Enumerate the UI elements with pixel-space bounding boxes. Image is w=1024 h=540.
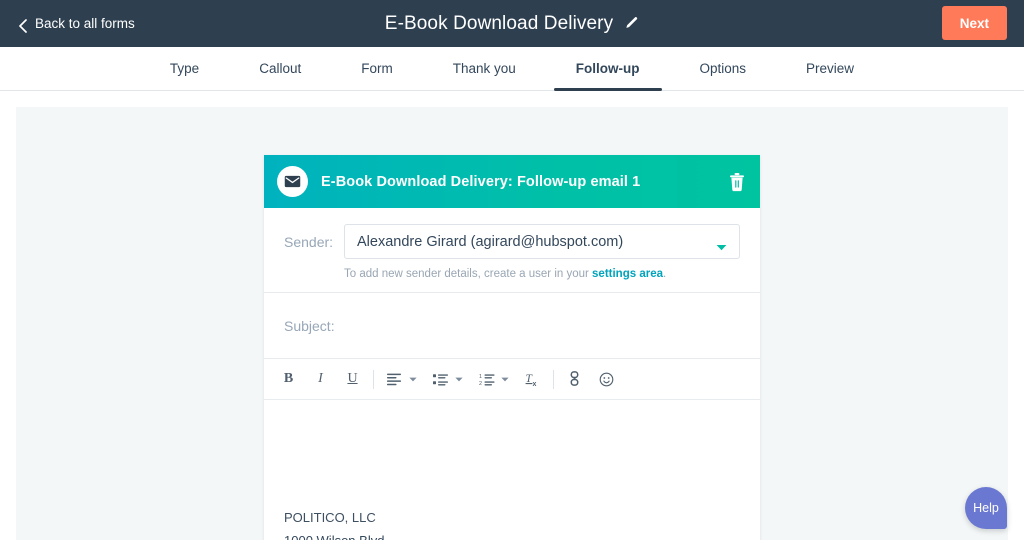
emoji-icon[interactable] bbox=[595, 368, 618, 391]
tab-follow-up[interactable]: Follow-up bbox=[546, 47, 670, 91]
tab-type[interactable]: Type bbox=[140, 47, 229, 90]
top-navigation-bar: Back to all forms E-Book Download Delive… bbox=[0, 0, 1024, 47]
numbered-list-icon[interactable]: 1 2 bbox=[475, 368, 498, 391]
svg-text:2: 2 bbox=[479, 381, 482, 386]
email-signature-block: POLITICO, LLC 1000 Wilson Blvd bbox=[284, 506, 384, 540]
email-body-editor[interactable]: POLITICO, LLC 1000 Wilson Blvd bbox=[264, 400, 760, 540]
align-dropdown-caret-icon[interactable] bbox=[406, 369, 420, 389]
sender-label: Sender: bbox=[284, 233, 334, 250]
chevron-left-icon bbox=[18, 18, 28, 33]
page-title: E-Book Download Delivery bbox=[384, 12, 614, 34]
tab-options[interactable]: Options bbox=[670, 47, 777, 90]
tab-preview[interactable]: Preview bbox=[776, 47, 884, 90]
toolbar-divider bbox=[553, 369, 554, 389]
signature-address: 1000 Wilson Blvd bbox=[284, 529, 384, 540]
italic-icon[interactable]: I bbox=[309, 368, 332, 391]
help-button[interactable]: Help bbox=[965, 487, 1007, 529]
bulleted-list-dropdown-caret-icon[interactable] bbox=[452, 369, 466, 389]
tab-thank-you[interactable]: Thank you bbox=[423, 47, 546, 90]
bold-icon[interactable]: B bbox=[277, 368, 300, 391]
align-left-icon[interactable] bbox=[383, 368, 406, 391]
signature-company: POLITICO, LLC bbox=[284, 510, 376, 525]
link-icon[interactable] bbox=[563, 368, 586, 391]
app-root: Back to all forms E-Book Download Delive… bbox=[0, 0, 1024, 540]
sender-hint-suffix: . bbox=[662, 268, 667, 280]
pencil-icon[interactable] bbox=[624, 16, 639, 31]
tab-callout[interactable]: Callout bbox=[229, 47, 331, 90]
svg-text:x: x bbox=[532, 381, 536, 387]
editor-canvas: E-Book Download Delivery: Follow-up emai… bbox=[16, 107, 1008, 540]
sender-hint: To add new sender details, create a user… bbox=[344, 268, 740, 280]
back-to-all-forms-link[interactable]: Back to all forms bbox=[18, 16, 135, 33]
svg-text:1: 1 bbox=[479, 374, 482, 380]
rich-text-toolbar: B I U 1 2 T x bbox=[264, 359, 760, 400]
sender-line: Sender: Alexandre Girard (agirard@hubspo… bbox=[284, 224, 740, 259]
trash-icon[interactable] bbox=[728, 172, 746, 192]
sender-select[interactable]: Alexandre Girard (agirard@hubspot.com) bbox=[344, 224, 740, 259]
back-link-label: Back to all forms bbox=[35, 16, 135, 31]
underline-icon[interactable]: U bbox=[341, 368, 364, 391]
follow-up-email-card: E-Book Download Delivery: Follow-up emai… bbox=[264, 155, 760, 540]
wizard-step-tabs: Type Callout Form Thank you Follow-up Op… bbox=[0, 47, 1024, 91]
sender-row: Sender: Alexandre Girard (agirard@hubspo… bbox=[264, 208, 760, 293]
sender-hint-prefix: To add new sender details, create a user… bbox=[344, 268, 593, 280]
clear-formatting-icon[interactable]: T x bbox=[521, 368, 544, 391]
bulleted-list-icon[interactable] bbox=[429, 368, 452, 391]
next-button[interactable]: Next bbox=[941, 6, 1007, 40]
settings-area-link[interactable]: settings area bbox=[592, 268, 663, 280]
envelope-icon bbox=[277, 166, 308, 197]
sender-select-value: Alexandre Girard (agirard@hubspot.com) bbox=[357, 233, 624, 250]
numbered-list-dropdown-caret-icon[interactable] bbox=[498, 369, 512, 389]
email-card-header: E-Book Download Delivery: Follow-up emai… bbox=[264, 155, 760, 208]
toolbar-divider bbox=[373, 369, 374, 389]
tab-form[interactable]: Form bbox=[331, 47, 423, 90]
subject-row: Subject: bbox=[264, 293, 760, 359]
email-card-title: E-Book Download Delivery: Follow-up emai… bbox=[321, 173, 641, 190]
chevron-down-icon bbox=[716, 238, 727, 251]
page-title-group: E-Book Download Delivery bbox=[0, 0, 1024, 47]
subject-input[interactable] bbox=[344, 310, 740, 341]
subject-label: Subject: bbox=[284, 317, 335, 334]
